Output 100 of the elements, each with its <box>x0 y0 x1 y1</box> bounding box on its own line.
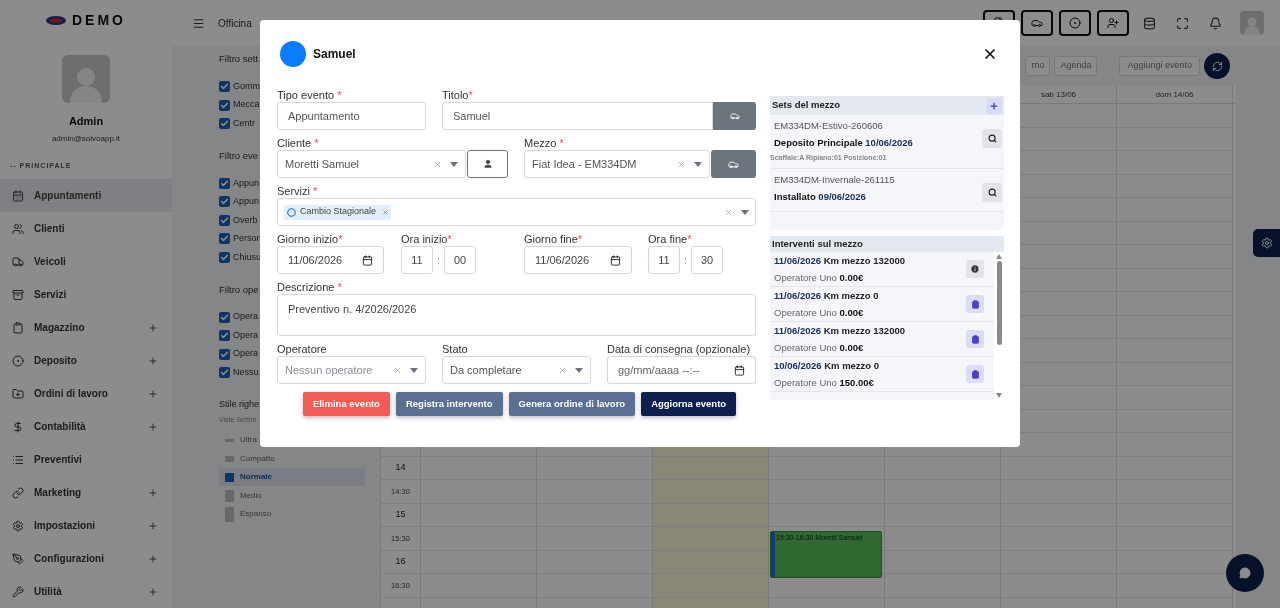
nav-item[interactable]: Veicoli <box>0 245 172 278</box>
services-field[interactable]: Cambio Stagionale <box>277 198 756 226</box>
scroll-down-icon[interactable] <box>996 393 1002 398</box>
scrollbar[interactable] <box>994 252 1004 400</box>
clipboard-button[interactable] <box>966 330 984 348</box>
checkbox[interactable] <box>219 196 230 208</box>
info-button[interactable] <box>966 260 984 278</box>
row-style-option[interactable]: Medio <box>219 486 365 505</box>
header-button[interactable] <box>1059 10 1091 36</box>
select-field[interactable]: Moretti Samuel <box>277 150 466 178</box>
close-icon[interactable] <box>982 46 998 62</box>
action-button[interactable]: Aggiorna evento <box>641 392 737 416</box>
nav-item[interactable]: Appuntamenti <box>0 179 172 212</box>
nav-item[interactable]: Impostazioni <box>0 509 172 542</box>
expand-icon[interactable] <box>148 553 158 564</box>
date-field[interactable]: 11/06/2026 <box>277 246 384 274</box>
view-button[interactable]: Agenda <box>1054 56 1098 76</box>
select-field[interactable]: Da completare <box>442 356 591 384</box>
checkbox[interactable] <box>219 251 230 263</box>
expand-icon[interactable] <box>148 520 158 531</box>
chat-button[interactable] <box>1226 554 1264 592</box>
select-field[interactable]: Fiat Idea - EM334DM <box>524 150 710 178</box>
expand-icon[interactable] <box>148 421 158 432</box>
fullscreen-icon[interactable] <box>1176 16 1189 30</box>
clear-icon[interactable] <box>393 365 402 375</box>
search-button[interactable] <box>982 182 1002 202</box>
menu-icon[interactable] <box>192 16 205 30</box>
row-style-option[interactable]: Espanso <box>219 504 365 524</box>
breadcrumb[interactable]: Officina <box>218 15 252 31</box>
add-event-button[interactable]: Aggiungi evento <box>1119 56 1200 76</box>
nav-item[interactable]: Clienti <box>0 212 172 245</box>
expand-icon[interactable] <box>148 388 158 399</box>
nav-item[interactable]: Contabilità <box>0 410 172 443</box>
checkbox[interactable] <box>219 177 230 189</box>
nav-item[interactable]: Utilità <box>0 575 172 608</box>
checkbox[interactable] <box>219 214 230 226</box>
row-style-option[interactable]: Compatto <box>219 449 365 468</box>
text-field[interactable]: Appuntamento <box>277 102 426 130</box>
search-button[interactable] <box>982 129 1002 148</box>
minute-field[interactable]: 00 <box>444 246 476 274</box>
clear-icon[interactable] <box>433 159 442 169</box>
caret-icon[interactable] <box>694 161 702 167</box>
settings-tab[interactable] <box>1253 229 1280 257</box>
calendar-icon[interactable] <box>734 364 745 376</box>
expand-icon[interactable] <box>148 355 158 366</box>
caret-icon[interactable] <box>575 367 583 373</box>
hour-field[interactable]: 11 <box>648 246 680 274</box>
caret-icon[interactable] <box>450 161 458 167</box>
database-icon[interactable] <box>1143 16 1156 30</box>
clear-icon[interactable] <box>677 159 686 169</box>
checkbox[interactable] <box>219 99 230 111</box>
nav-item[interactable]: Marketing <box>0 476 172 509</box>
bell-icon[interactable] <box>1209 16 1222 30</box>
nav-item[interactable]: Magazzino <box>0 311 172 344</box>
text-field[interactable]: Samuel <box>442 102 713 130</box>
caret-icon[interactable] <box>741 209 749 215</box>
hour-field[interactable]: 11 <box>401 246 433 274</box>
select-field[interactable]: Nessun operatore <box>277 356 426 384</box>
nav-item[interactable]: Preventivi <box>0 443 172 476</box>
minute-field[interactable]: 30 <box>691 246 723 274</box>
action-button[interactable]: Elimina evento <box>302 392 390 416</box>
nav-item[interactable]: Configurazioni <box>0 542 172 575</box>
description-field[interactable]: Preventivo n. 4/2026/2026 <box>277 294 756 336</box>
clipboard-button[interactable] <box>966 295 984 313</box>
clear-icon[interactable] <box>558 365 567 375</box>
view-button[interactable]: rno <box>1025 56 1051 76</box>
header-button[interactable] <box>1021 10 1053 36</box>
header-button[interactable] <box>1097 10 1129 36</box>
action-button[interactable]: Genera ordine di lavoro <box>508 392 636 416</box>
nav-item[interactable]: Deposito <box>0 344 172 377</box>
nav-item[interactable]: Ordini di lavoro <box>0 377 172 410</box>
client-button[interactable] <box>467 150 508 178</box>
clear-icon[interactable] <box>724 207 733 217</box>
caret-icon[interactable] <box>410 367 418 373</box>
refresh-button[interactable] <box>1204 53 1230 79</box>
clipboard-button[interactable] <box>966 365 984 383</box>
checkbox[interactable] <box>219 348 230 360</box>
vehicle-button[interactable] <box>711 150 756 178</box>
checkbox[interactable] <box>219 330 230 341</box>
expand-icon[interactable] <box>148 586 158 597</box>
expand-icon[interactable] <box>148 487 158 498</box>
scroll-up-icon[interactable] <box>996 254 1002 259</box>
vehicle-button[interactable] <box>713 102 756 130</box>
date-field[interactable]: gg/mm/aaaa --:-- <box>607 356 756 384</box>
row-style-option[interactable]: Normale <box>219 467 365 487</box>
checkbox[interactable] <box>219 233 230 245</box>
service-tag[interactable]: Cambio Stagionale <box>284 204 392 220</box>
add-set-button[interactable] <box>986 97 1002 114</box>
action-button[interactable]: Registra intervento <box>395 392 503 416</box>
checkbox[interactable] <box>219 118 230 129</box>
row-style-option[interactable]: Ultra <box>219 430 365 450</box>
expand-icon[interactable] <box>148 322 158 333</box>
calendar-icon[interactable] <box>362 254 373 266</box>
checkbox[interactable] <box>219 81 230 92</box>
remove-icon[interactable] <box>382 208 390 216</box>
checkbox[interactable] <box>219 367 230 378</box>
date-field[interactable]: 11/06/2026 <box>524 246 632 274</box>
checkbox[interactable] <box>219 311 230 323</box>
nav-item[interactable]: Servizi <box>0 278 172 311</box>
calendar-icon[interactable] <box>610 254 621 266</box>
